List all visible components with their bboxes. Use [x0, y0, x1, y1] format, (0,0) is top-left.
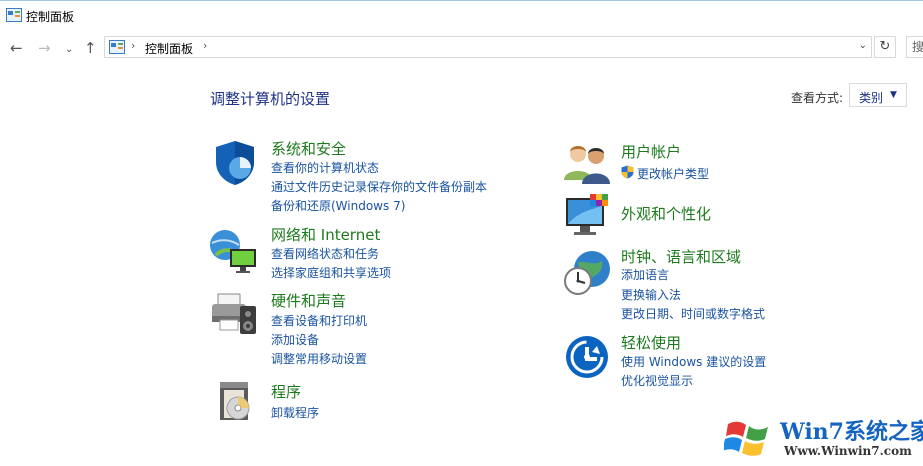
link-add-language[interactable]: 添加语言 — [621, 266, 669, 283]
link-mobility-settings[interactable]: 调整常用移动设置 — [271, 350, 367, 367]
control-panel-icon — [6, 8, 22, 22]
link-devices-printers[interactable]: 查看设备和打印机 — [271, 312, 367, 329]
printer-speaker-icon[interactable] — [208, 290, 260, 338]
category-network-internet[interactable]: 网络和 Internet — [271, 224, 380, 245]
shield-icon[interactable] — [210, 138, 260, 188]
navigation-bar: ← → ⌄ ↑ › 控制面板 › ⌄ ↻ 搜 — [0, 30, 923, 66]
title-bar: 控制面板 — [0, 0, 923, 30]
link-change-input-method[interactable]: 更换输入法 — [621, 286, 681, 303]
uac-shield-icon — [621, 165, 634, 179]
breadcrumb-separator[interactable]: › — [131, 39, 135, 52]
search-input[interactable]: 搜 — [906, 36, 923, 58]
watermark: Win7系统之家 Www.Winwin7.com — [720, 410, 923, 466]
link-uninstall-program[interactable]: 卸载程序 — [271, 404, 319, 421]
link-file-history[interactable]: 通过文件历史记录保存你的文件备份副本 — [271, 178, 487, 195]
link-homegroup-sharing[interactable]: 选择家庭组和共享选项 — [271, 264, 391, 281]
category-system-security[interactable]: 系统和安全 — [271, 138, 346, 159]
page-title: 调整计算机的设置 — [210, 90, 331, 108]
link-recommended-settings[interactable]: 使用 Windows 建议的设置 — [621, 353, 766, 370]
control-panel-icon — [109, 40, 125, 54]
address-bar[interactable]: › 控制面板 › ⌄ — [104, 36, 872, 58]
category-clock-language-region[interactable]: 时钟、语言和区域 — [621, 246, 741, 267]
category-ease-of-access[interactable]: 轻松使用 — [621, 332, 681, 353]
link-view-computer-status[interactable]: 查看你的计算机状态 — [271, 159, 379, 176]
link-add-device[interactable]: 添加设备 — [271, 331, 319, 348]
network-globe-icon[interactable] — [208, 225, 260, 275]
link-network-status[interactable]: 查看网络状态和任务 — [271, 245, 379, 262]
breadcrumb-control-panel[interactable]: 控制面板 — [145, 40, 193, 57]
recent-locations-chevron-down-icon[interactable]: ⌄ — [65, 42, 73, 58]
link-optimize-visual-display[interactable]: 优化视觉显示 — [621, 372, 693, 389]
link-change-account-type[interactable]: 更改帐户类型 — [637, 165, 709, 182]
category-user-accounts[interactable]: 用户帐户 — [621, 141, 681, 162]
programs-disc-box-icon[interactable] — [214, 378, 258, 424]
address-dropdown-chevron-down-icon[interactable]: ⌄ — [859, 40, 867, 51]
clock-globe-icon[interactable] — [562, 247, 612, 297]
users-icon[interactable] — [562, 140, 612, 186]
link-change-date-time-format[interactable]: 更改日期、时间或数字格式 — [621, 305, 765, 322]
forward-button[interactable]: → — [38, 40, 51, 56]
appearance-monitor-icon[interactable] — [564, 192, 612, 240]
category-appearance-personalization[interactable]: 外观和个性化 — [621, 203, 711, 224]
category-programs[interactable]: 程序 — [271, 381, 301, 402]
caret-down-icon: ▼ — [890, 90, 897, 100]
window-title: 控制面板 — [26, 10, 75, 24]
link-backup-restore[interactable]: 备份和还原(Windows 7) — [271, 197, 405, 214]
watermark-brand: Win7系统之家 — [780, 419, 923, 445]
up-button[interactable]: ↑ — [84, 40, 97, 56]
category-hardware-sound[interactable]: 硬件和声音 — [271, 290, 346, 311]
view-by-dropdown[interactable]: 类别 ▼ — [849, 83, 907, 107]
back-button[interactable]: ← — [10, 40, 23, 56]
watermark-url: Www.Winwin7.com — [784, 444, 912, 458]
refresh-button[interactable]: ↻ — [874, 36, 896, 58]
view-by-label: 查看方式: — [791, 91, 844, 105]
windows-logo-icon — [724, 421, 768, 456]
view-by-value: 类别 — [859, 91, 884, 105]
ease-of-access-icon[interactable] — [564, 334, 610, 380]
breadcrumb-separator[interactable]: › — [203, 39, 207, 52]
